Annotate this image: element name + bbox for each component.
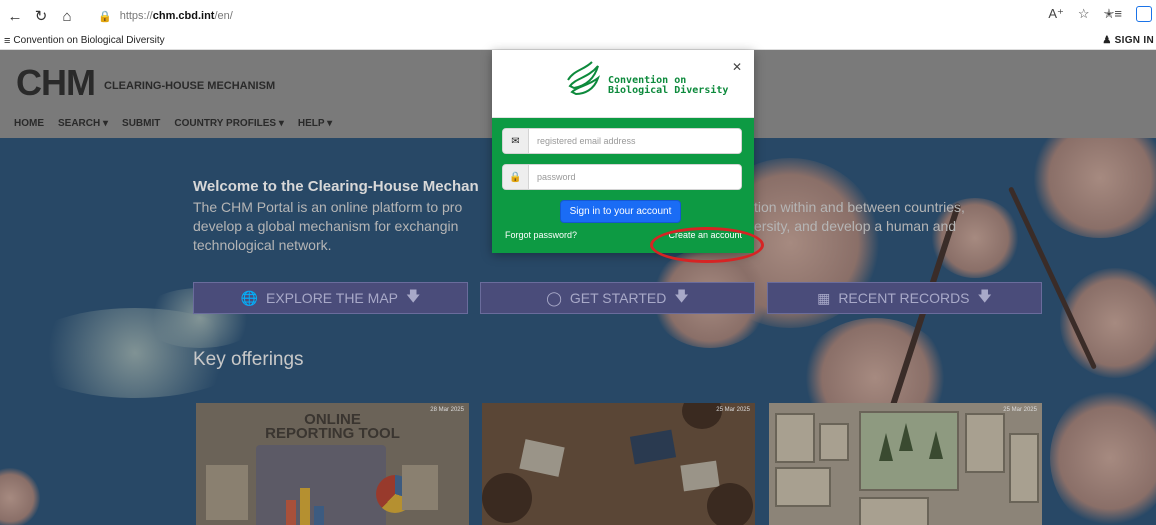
bar-graphic xyxy=(314,506,324,525)
card-illustration xyxy=(775,413,815,463)
browser-actions: A⁺ ☆ ✭≡ xyxy=(1048,6,1152,22)
main-nav: HOME SEARCH ▾ SUBMIT COUNTRY PROFILES ▾ … xyxy=(14,118,332,129)
card-illustration xyxy=(707,483,753,525)
down-arrow-icon: 🡇 xyxy=(406,288,421,304)
chm-logo[interactable]: CHM xyxy=(16,62,96,104)
card-illustration xyxy=(519,439,565,477)
sign-in-modal: Convention on Biological Diversity ✕ ✉ 🔒… xyxy=(492,50,754,253)
nav-country-profiles[interactable]: COUNTRY PROFILES ▾ xyxy=(174,118,283,129)
table-icon: ▦ xyxy=(817,289,831,306)
password-field: 🔒 xyxy=(502,164,742,190)
favorites-list-icon[interactable]: ✭≡ xyxy=(1104,6,1122,22)
org-name-line2: Biological Diversity xyxy=(608,85,729,96)
home-icon[interactable]: ⌂ xyxy=(56,5,78,27)
sign-in-label: SIGN IN xyxy=(1114,35,1154,46)
key-offerings-title: Key offerings xyxy=(193,349,304,370)
card-illustration xyxy=(1009,433,1039,503)
nav-help[interactable]: HELP ▾ xyxy=(298,118,332,129)
card-date: 25 Mar 2025 xyxy=(716,407,750,413)
offering-card[interactable]: 25 Mar 2025 xyxy=(769,403,1042,525)
bar-graphic xyxy=(286,500,296,525)
user-icon: ♟ xyxy=(1102,35,1112,46)
url-host: chm.cbd.int xyxy=(152,10,215,22)
close-icon[interactable]: ✕ xyxy=(732,60,742,74)
cbd-leaf-logo-icon xyxy=(567,61,601,96)
cbd-topbar: ≡ Convention on Biological Diversity ♟ S… xyxy=(0,32,1156,50)
nav-search[interactable]: SEARCH ▾ xyxy=(58,118,108,129)
card-date: 25 Mar 2025 xyxy=(1003,407,1037,413)
site-name[interactable]: Convention on Biological Diversity xyxy=(13,35,164,46)
lock-icon: 🔒 xyxy=(503,165,529,189)
card-illustration xyxy=(402,465,438,510)
offering-card[interactable]: ONLINE REPORTING TOOL 28 Mar 2025 xyxy=(196,403,469,525)
welcome-text-left: The CHM Portal is an online platform to … xyxy=(193,199,463,253)
recent-records-label: RECENT RECORDS xyxy=(838,290,970,306)
welcome-title: Welcome to the Clearing-House Mechan xyxy=(193,178,479,195)
card-illustration xyxy=(929,431,943,459)
explore-map-label: EXPLORE THE MAP xyxy=(266,290,399,306)
card-illustration xyxy=(859,497,929,525)
read-aloud-icon[interactable]: A⁺ xyxy=(1048,6,1064,22)
card-illustration xyxy=(629,429,677,465)
card-illustration xyxy=(256,445,414,525)
globe-icon: 🌐 xyxy=(240,289,258,306)
recent-records-button[interactable]: ▦ RECENT RECORDS 🡇 xyxy=(767,282,1042,314)
lock-icon: 🔒 xyxy=(98,10,112,23)
card-title-line2: REPORTING TOOL xyxy=(265,425,400,442)
down-arrow-icon: 🡇 xyxy=(977,288,992,304)
forgot-password-link[interactable]: Forgot password? xyxy=(505,230,577,240)
card-illustration xyxy=(819,423,849,461)
blossom-decoration xyxy=(1050,388,1156,525)
explore-map-button[interactable]: 🌐 EXPLORE THE MAP 🡇 xyxy=(193,282,468,314)
email-input[interactable] xyxy=(529,129,741,153)
chm-subtitle: CLEARING-HOUSE MECHANISM xyxy=(104,80,276,92)
url-scheme: https:// xyxy=(119,10,153,22)
favorite-star-icon[interactable]: ☆ xyxy=(1078,6,1090,22)
card-title: ONLINE REPORTING TOOL xyxy=(196,412,469,442)
envelope-icon: ✉ xyxy=(503,129,529,153)
welcome-text-right: tion within and between countries, ersit… xyxy=(754,199,965,234)
lightbulb-icon: ◯ xyxy=(546,289,562,306)
sign-in-link[interactable]: ♟ SIGN IN xyxy=(1102,35,1154,46)
nav-home[interactable]: HOME xyxy=(14,118,44,129)
cbd-org-name: Convention on Biological Diversity xyxy=(608,76,728,96)
card-illustration xyxy=(680,460,720,492)
card-illustration xyxy=(775,467,831,507)
get-started-button[interactable]: ◯ GET STARTED 🡇 xyxy=(480,282,755,314)
get-started-label: GET STARTED xyxy=(569,290,667,306)
refresh-icon[interactable]: ↻ xyxy=(30,5,52,27)
browser-toolbar: ← ↻ ⌂ 🔒 https://chm.cbd.int/en/ A⁺ ☆ ✭≡ xyxy=(0,0,1156,32)
card-illustration xyxy=(206,465,248,520)
card-date: 28 Mar 2025 xyxy=(430,407,464,413)
back-arrow-icon[interactable]: ← xyxy=(4,5,26,27)
card-illustration xyxy=(879,433,893,461)
down-arrow-icon: 🡇 xyxy=(674,288,689,304)
blossom-decoration xyxy=(0,468,40,525)
email-field: ✉ xyxy=(502,128,742,154)
password-input[interactable] xyxy=(529,165,741,189)
highlight-ring xyxy=(650,227,764,263)
offering-card[interactable]: 25 Mar 2025 xyxy=(482,403,755,525)
url-path: /en/ xyxy=(214,10,233,22)
blossom-decoration xyxy=(1030,138,1156,238)
extension-icon[interactable] xyxy=(1136,6,1152,22)
sign-in-button[interactable]: Sign in to your account xyxy=(560,200,681,223)
hamburger-menu-icon[interactable]: ≡ xyxy=(4,35,10,47)
modal-header: Convention on Biological Diversity ✕ xyxy=(492,50,754,118)
bar-graphic xyxy=(300,488,310,525)
address-bar[interactable]: 🔒 https://chm.cbd.int/en/ xyxy=(86,5,1046,27)
card-illustration xyxy=(482,473,532,523)
nav-submit[interactable]: SUBMIT xyxy=(122,118,160,129)
card-illustration xyxy=(899,423,913,451)
card-illustration xyxy=(965,413,1005,473)
